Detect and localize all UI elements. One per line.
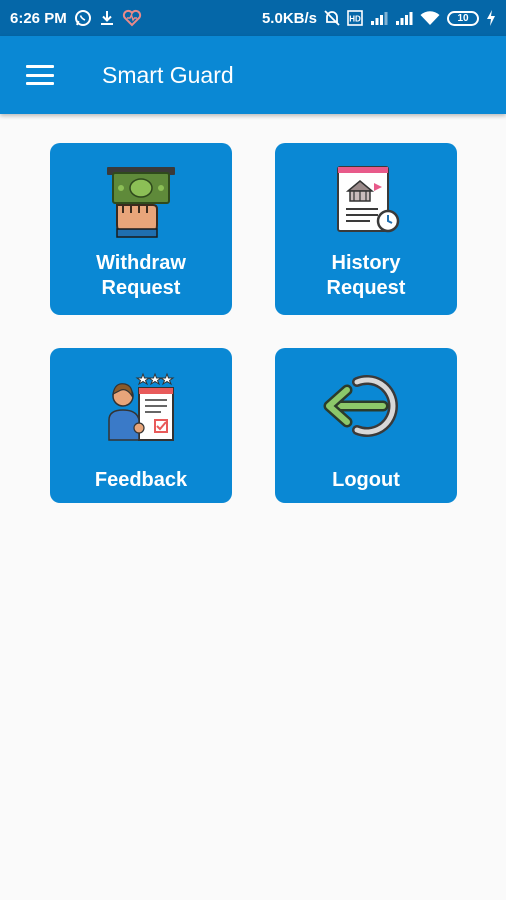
- wifi-icon: [420, 10, 440, 26]
- whatsapp-icon: [74, 9, 92, 27]
- bank-history-icon: [328, 163, 404, 239]
- feedback-form-icon: [103, 368, 179, 444]
- signal-icon-2: [395, 10, 413, 26]
- app-title: Smart Guard: [102, 61, 234, 88]
- volte-icon: HD: [347, 10, 363, 26]
- withdraw-request-label: Withdraw Request: [96, 252, 186, 299]
- feedback-label: Feedback: [94, 469, 188, 491]
- health-heart-icon: [122, 9, 142, 27]
- status-bar: 6:26 PM 5.0KB/s HD 10: [0, 0, 506, 36]
- logout-button[interactable]: Logout: [275, 348, 457, 503]
- feedback-button[interactable]: Feedback: [50, 348, 232, 503]
- network-speed: 5.0KB/s: [261, 9, 317, 27]
- cash-withdraw-icon: [103, 163, 179, 239]
- download-icon: [99, 9, 115, 27]
- status-time: 6:26 PM: [10, 9, 67, 27]
- mute-bell-icon: [324, 9, 340, 27]
- status-right: 5.0KB/s HD 10: [262, 9, 496, 27]
- hamburger-menu-icon[interactable]: [26, 65, 54, 85]
- history-request-button[interactable]: History Request: [275, 143, 457, 315]
- logout-label: Logout: [332, 469, 400, 491]
- battery-icon: 10: [447, 10, 479, 26]
- app-bar: Smart Guard: [0, 36, 506, 114]
- svg-text:HD: HD: [349, 15, 361, 24]
- logout-arrow-icon: [321, 368, 411, 444]
- charging-icon: [486, 10, 496, 26]
- withdraw-request-button[interactable]: Withdraw Request: [50, 143, 232, 315]
- signal-icon-1: [370, 10, 388, 26]
- status-left: 6:26 PM: [10, 9, 142, 27]
- history-request-label: History Request: [326, 252, 406, 299]
